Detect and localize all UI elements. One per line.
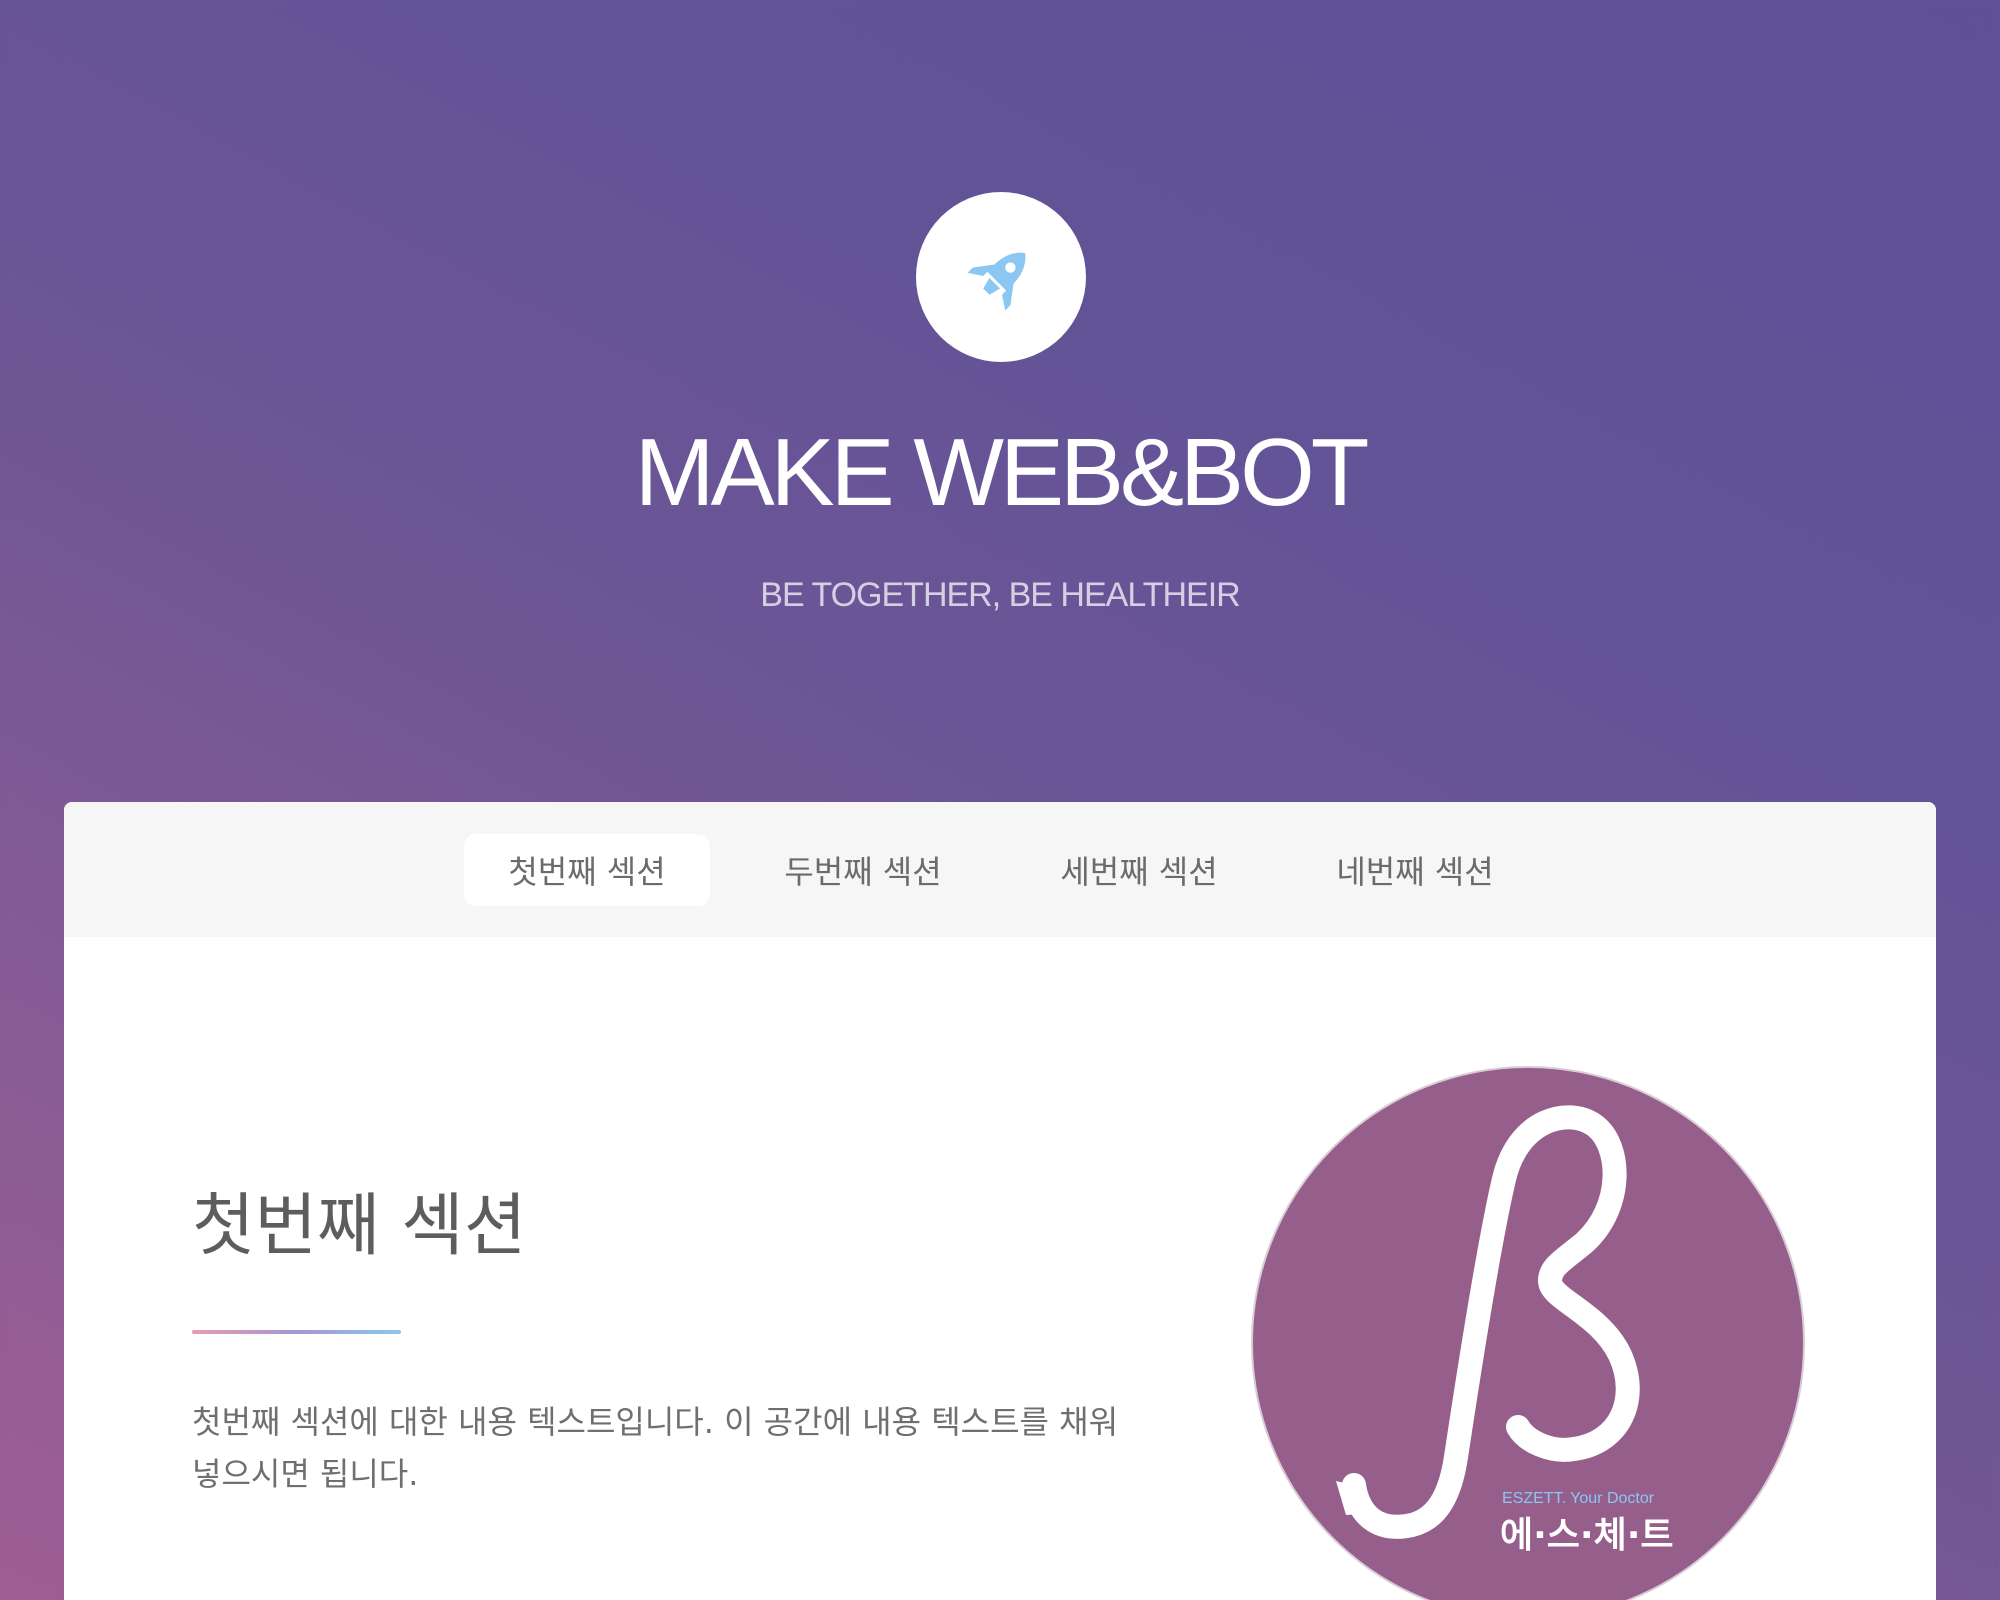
tab-section-2[interactable]: 두번째 섹션 bbox=[740, 834, 986, 906]
content-card: 첫번째 섹션 두번째 섹션 세번째 섹션 네번째 섹션 첫번째 섹션 첫번째 섹… bbox=[64, 802, 1936, 1600]
hero-header: MAKE WEB&BOT BE TOGETHER, BE HEALTHEIR bbox=[0, 0, 2000, 800]
hero-subtitle: BE TOGETHER, BE HEALTHEIR bbox=[760, 576, 1240, 614]
section-title: 첫번째 섹션 bbox=[192, 1187, 527, 1266]
logo-brand-text: 에·스·체·트 bbox=[1500, 1515, 1674, 1556]
hero-badge bbox=[916, 192, 1086, 362]
logo-tagline: ESZETT. Your Doctor bbox=[1502, 1490, 1655, 1507]
hero-title: MAKE WEB&BOT bbox=[634, 419, 1370, 526]
section-body-text: 첫번째 섹션에 대한 내용 텍스트입니다. 이 공간에 내용 텍스트를 채워 넣… bbox=[192, 1403, 1119, 1493]
rocket-icon bbox=[967, 252, 1026, 311]
section-tab-bar: 첫번째 섹션 두번째 섹션 세번째 섹션 네번째 섹션 bbox=[64, 802, 1936, 937]
section-divider bbox=[192, 1330, 401, 1334]
tab-section-3[interactable]: 세번째 섹션 bbox=[1016, 834, 1262, 906]
tab-section-4[interactable]: 네번째 섹션 bbox=[1292, 834, 1538, 906]
tab-section-1[interactable]: 첫번째 섹션 bbox=[464, 834, 710, 906]
eszett-logo: ESZETT. Your Doctor 에·스·체·트 bbox=[1251, 1066, 1805, 1600]
